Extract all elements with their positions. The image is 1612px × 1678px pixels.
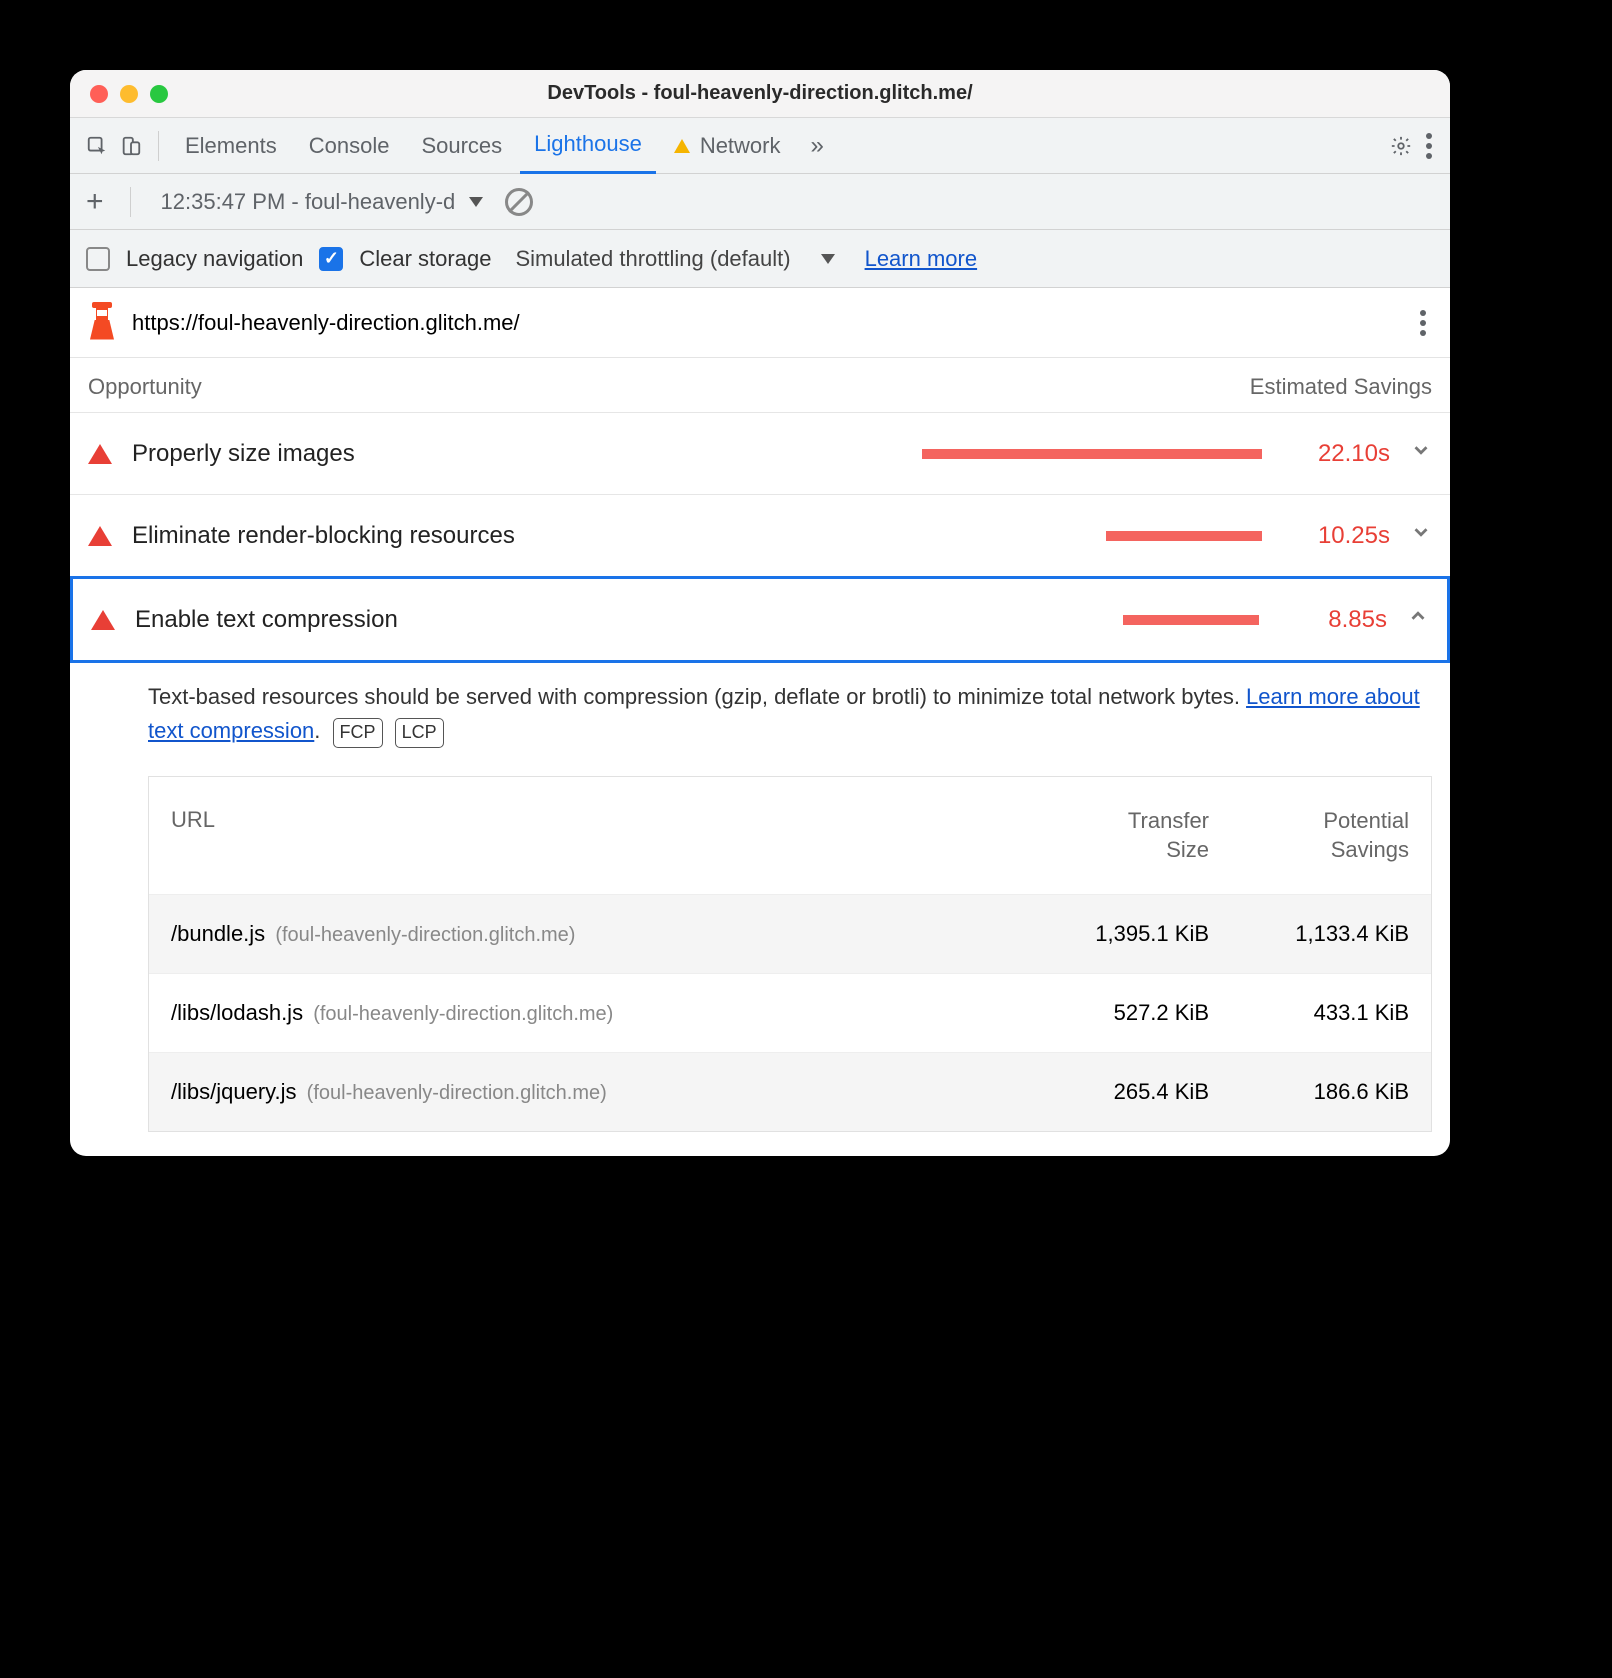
savings-bar (922, 449, 1262, 459)
resource-path: /libs/lodash.js (171, 1000, 303, 1025)
zoom-window-button[interactable] (150, 85, 168, 103)
lighthouse-toolbar: + 12:35:47 PM - foul-heavenly-d (70, 174, 1450, 230)
table-header-row: URL Transfer Size Potential Savings (149, 777, 1431, 894)
lighthouse-logo-icon (88, 306, 116, 340)
lighthouse-settings-bar: Legacy navigation ✓ Clear storage Simula… (70, 230, 1450, 288)
resource-origin: (foul-heavenly-direction.glitch.me) (313, 1003, 613, 1025)
savings-bar-track (575, 615, 1267, 625)
report-selector-label: 12:35:47 PM - foul-heavenly-d (161, 189, 456, 215)
col-url-header: URL (149, 777, 1031, 894)
savings-column-header: Estimated Savings (1250, 374, 1432, 400)
warning-icon (674, 139, 690, 153)
settings-learn-more-link[interactable]: Learn more (865, 246, 978, 272)
fail-indicator-icon (88, 526, 112, 546)
cell-url: /bundle.js (foul-heavenly-direction.glit… (149, 895, 1031, 973)
description-text: Text-based resources should be served wi… (148, 684, 1246, 709)
resource-path: /bundle.js (171, 921, 265, 946)
fail-indicator-icon (91, 610, 115, 630)
separator (158, 131, 159, 161)
opportunities-header: Opportunity Estimated Savings (70, 358, 1450, 413)
resource-origin: (foul-heavenly-direction.glitch.me) (307, 1082, 607, 1104)
devtools-menu-button[interactable] (1420, 127, 1438, 165)
opportunity-label: Properly size images (132, 440, 552, 468)
tab-elements[interactable]: Elements (171, 118, 291, 174)
col-potential-savings-header: Potential Savings (1231, 777, 1431, 894)
opportunity-column-header: Opportunity (88, 374, 202, 400)
table-row: /libs/lodash.js (foul-heavenly-direction… (149, 973, 1431, 1052)
close-window-button[interactable] (90, 85, 108, 103)
devtools-tabstrip: Elements Console Sources Lighthouse Netw… (70, 118, 1450, 174)
savings-value: 8.85s (1287, 606, 1387, 634)
cell-url: /libs/lodash.js (foul-heavenly-direction… (149, 974, 1031, 1052)
report-url-bar: https://foul-heavenly-direction.glitch.m… (70, 288, 1450, 358)
resource-path: /libs/jquery.js (171, 1079, 297, 1104)
savings-bar-track (572, 531, 1270, 541)
table-row: /bundle.js (foul-heavenly-direction.glit… (149, 894, 1431, 973)
clear-storage-label: Clear storage (359, 246, 491, 272)
legacy-nav-label: Legacy navigation (126, 246, 303, 272)
cell-potential-savings: 1,133.4 KiB (1231, 895, 1431, 973)
opportunity-label: Eliminate render-blocking resources (132, 522, 552, 550)
cell-transfer-size: 265.4 KiB (1031, 1053, 1231, 1131)
cell-transfer-size: 527.2 KiB (1031, 974, 1231, 1052)
savings-bar (1123, 615, 1259, 625)
window-title: DevTools - foul-heavenly-direction.glitc… (547, 82, 972, 105)
clear-storage-checkbox[interactable]: ✓ (319, 247, 343, 271)
opportunity-row[interactable]: Eliminate render-blocking resources 10.2… (70, 495, 1450, 577)
opportunity-row[interactable]: Properly size images 22.10s (70, 413, 1450, 495)
tab-network-label: Network (700, 133, 781, 159)
device-toolbar-icon[interactable] (116, 131, 146, 161)
cell-url: /libs/jquery.js (foul-heavenly-direction… (149, 1053, 1031, 1131)
report-url: https://foul-heavenly-direction.glitch.m… (132, 310, 520, 336)
titlebar: DevTools - foul-heavenly-direction.glitc… (70, 70, 1450, 118)
tab-lighthouse[interactable]: Lighthouse (520, 118, 656, 174)
col-transfer-size-header: Transfer Size (1031, 777, 1231, 894)
settings-icon[interactable] (1386, 131, 1416, 161)
inspect-element-icon[interactable] (82, 131, 112, 161)
report-menu-button[interactable] (1414, 304, 1432, 342)
savings-bar-track (572, 449, 1270, 459)
resources-table: URL Transfer Size Potential Savings /bun… (148, 776, 1432, 1132)
savings-value: 10.25s (1290, 522, 1390, 550)
devtools-window: DevTools - foul-heavenly-direction.glitc… (70, 70, 1450, 1156)
opportunity-row-expanded[interactable]: Enable text compression 8.85s (70, 576, 1450, 663)
clear-report-button[interactable] (505, 188, 533, 216)
cell-transfer-size: 1,395.1 KiB (1031, 895, 1231, 973)
chevron-down-icon (1410, 521, 1432, 550)
savings-bar (1106, 531, 1262, 541)
legacy-nav-checkbox[interactable] (86, 247, 110, 271)
chevron-up-icon (1407, 605, 1429, 634)
window-controls (90, 85, 168, 103)
report-selector[interactable]: 12:35:47 PM - foul-heavenly-d (153, 185, 492, 219)
cell-potential-savings: 433.1 KiB (1231, 974, 1431, 1052)
tab-sources[interactable]: Sources (407, 118, 516, 174)
new-report-button[interactable]: + (82, 185, 108, 219)
separator (130, 187, 131, 217)
savings-value: 22.10s (1290, 440, 1390, 468)
metric-pill-fcp: FCP (333, 718, 383, 748)
opportunity-description: Text-based resources should be served wi… (70, 662, 1450, 766)
cell-potential-savings: 186.6 KiB (1231, 1053, 1431, 1131)
throttling-dropdown-icon[interactable] (821, 254, 835, 264)
opportunity-label: Enable text compression (135, 606, 555, 634)
chevron-down-icon (1410, 439, 1432, 468)
table-row: /libs/jquery.js (foul-heavenly-direction… (149, 1052, 1431, 1131)
metric-pill-lcp: LCP (395, 718, 444, 748)
more-tabs-button[interactable]: » (799, 132, 836, 160)
dropdown-icon (469, 197, 483, 207)
resource-origin: (foul-heavenly-direction.glitch.me) (275, 924, 575, 946)
fail-indicator-icon (88, 444, 112, 464)
tab-network[interactable]: Network (660, 118, 795, 174)
tab-console[interactable]: Console (295, 118, 404, 174)
throttling-label: Simulated throttling (default) (515, 246, 790, 272)
minimize-window-button[interactable] (120, 85, 138, 103)
